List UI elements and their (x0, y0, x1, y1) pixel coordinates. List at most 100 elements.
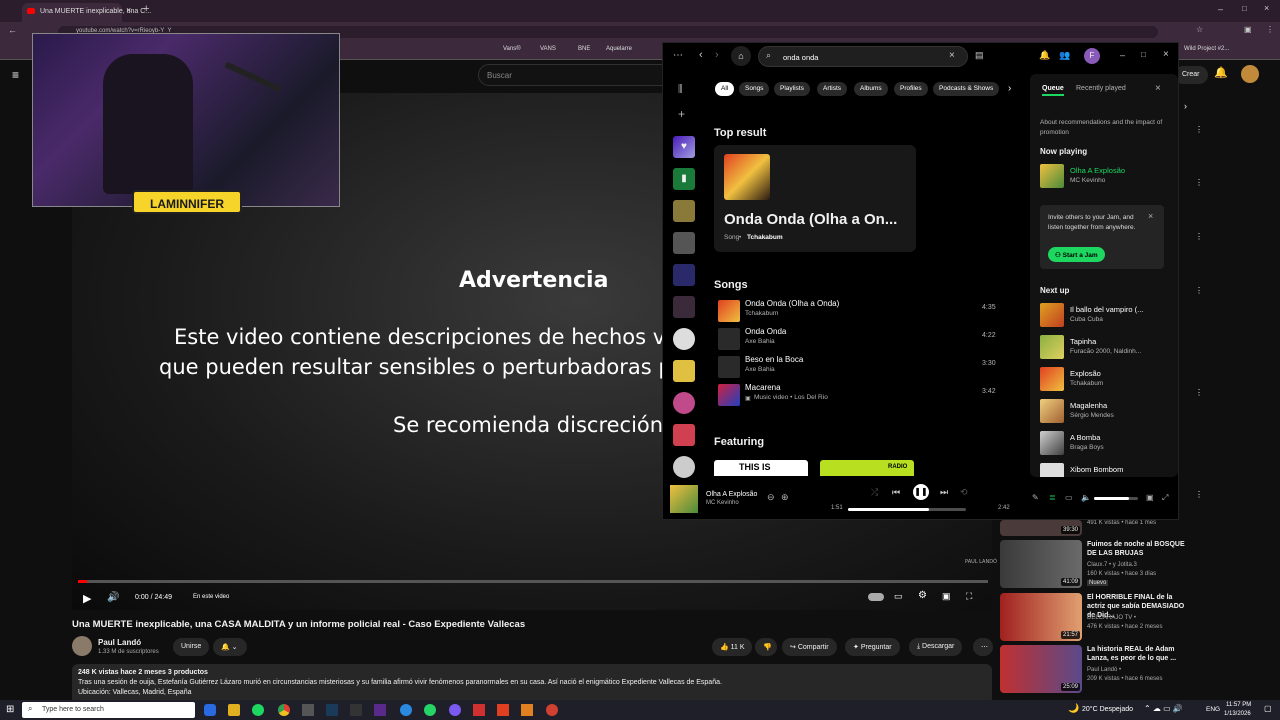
song-row[interactable]: Onda Onda Axe Bahia 4:22 (718, 326, 998, 352)
app-icon[interactable] (400, 704, 412, 716)
spotify-menu-icon[interactable]: ⋯ (673, 50, 683, 61)
filter-podcasts[interactable]: Podcasts & Shows (933, 82, 1000, 96)
remove-icon[interactable]: ⊖ (767, 492, 775, 503)
spotify-notifications-icon[interactable]: 🔔 (1039, 50, 1050, 61)
queue-item[interactable]: Il ballo del vampiro (... Cuba Cuba (1040, 303, 1170, 329)
liked-songs-icon[interactable]: ♥ (673, 136, 695, 158)
app-icon[interactable] (302, 704, 314, 716)
bookmark-item[interactable]: BNE (578, 46, 590, 52)
hamburger-menu-icon[interactable]: ≡ (12, 68, 19, 82)
app-icon[interactable] (374, 704, 386, 716)
rail-more-icon[interactable]: ⋮ (1195, 125, 1203, 134)
rail-next-icon[interactable]: › (1184, 101, 1187, 111)
spotify-minimize-icon[interactable]: – (1120, 50, 1125, 60)
rail-more-icon[interactable]: ⋮ (1195, 388, 1203, 397)
previous-track-icon[interactable]: ⏮ (892, 487, 900, 498)
spotify-maximize-icon[interactable]: □ (1141, 50, 1146, 59)
rail-more-icon[interactable]: ⋮ (1195, 232, 1203, 241)
recommendation-item[interactable]: 25:09 La historia REAL de Adam Lanza, es… (1000, 645, 1200, 695)
fullscreen-icon[interactable]: ⛶ (966, 591, 972, 602)
promotion-note-link[interactable]: About recommendations and the impact of … (1040, 118, 1170, 138)
library-artist-item[interactable] (673, 456, 695, 478)
spotify-taskbar-icon[interactable] (252, 704, 264, 716)
like-button[interactable]: 👍 11 K (712, 638, 752, 656)
forward-arrow-icon[interactable]: › (715, 49, 719, 61)
lyrics-icon[interactable]: ✎ (1032, 493, 1039, 502)
song-row[interactable]: Beso en la Boca Axe Bahia 3:30 (718, 354, 998, 380)
download-button[interactable]: ⤓ Descargar (909, 638, 963, 656)
subtitles-icon[interactable]: ▭ (894, 591, 903, 602)
rail-more-icon[interactable]: ⋮ (1195, 490, 1203, 499)
shuffle-icon[interactable]: ⤮ (871, 487, 878, 498)
more-actions-button[interactable]: ⋯ (973, 638, 993, 656)
share-button[interactable]: ↪ Compartir (782, 638, 837, 656)
saved-episodes-icon[interactable]: ▮ (673, 168, 695, 190)
queue-item[interactable]: Explosão Tchakabum (1040, 367, 1170, 393)
add-to-playlist-icon[interactable]: ⊕ (781, 492, 789, 503)
browse-icon[interactable]: ▤ (975, 50, 984, 61)
queue-item[interactable]: Magalenha Sérgio Mendes (1040, 399, 1170, 425)
menu-dots-icon[interactable]: ⋮ (1266, 25, 1274, 34)
whatsapp-icon[interactable] (424, 704, 436, 716)
top-result-card[interactable]: Onda Onda (Olha a On... Song • Tchakabum (714, 145, 916, 252)
bookmark-item[interactable]: VANS (540, 46, 556, 52)
spotify-fullscreen-icon[interactable]: ⤢ (1162, 493, 1168, 503)
volume-icon[interactable]: 🔊 (107, 592, 119, 603)
chapter-button[interactable]: En este video (193, 594, 229, 600)
rail-more-icon[interactable]: ⋮ (1195, 286, 1203, 295)
account-avatar[interactable] (1241, 65, 1259, 83)
clock-date[interactable]: 1/13/2026 (1224, 711, 1251, 717)
pause-button[interactable]: ❚❚ (913, 484, 929, 500)
library-item[interactable] (673, 296, 695, 318)
close-queue-icon[interactable]: × (1155, 83, 1161, 94)
join-button[interactable]: Unirse (173, 638, 210, 656)
filter-artists[interactable]: Artists (817, 82, 848, 96)
mini-player-icon[interactable]: ▣ (1146, 493, 1154, 502)
library-item[interactable] (673, 360, 695, 382)
subscribe-bell-button[interactable]: 🔔 ⌄ (213, 638, 247, 656)
filter-playlists[interactable]: Playlists (774, 82, 810, 96)
next-track-icon[interactable]: ⏭ (940, 487, 948, 498)
connect-device-icon[interactable]: ▭ (1065, 493, 1073, 502)
minimize-icon[interactable]: – (1218, 4, 1223, 14)
tab-close-icon[interactable]: × (126, 5, 131, 15)
filter-all[interactable]: All (715, 82, 735, 96)
language-indicator[interactable]: ENG (1206, 706, 1220, 713)
featuring-card[interactable]: RADIO (820, 460, 914, 476)
speaker-icon[interactable]: 🔈 (1081, 493, 1091, 502)
app-icon[interactable] (473, 704, 485, 716)
ask-button[interactable]: ✦ Preguntar (845, 638, 900, 656)
spotify-search-field[interactable]: ⌕ onda onda × (758, 46, 968, 67)
track-progress-bar[interactable] (848, 508, 966, 511)
play-icon[interactable]: ▶ (83, 592, 91, 605)
dislike-button[interactable]: 👎 (755, 638, 777, 656)
library-artist-item[interactable] (673, 328, 695, 350)
spotify-close-icon[interactable]: × (1163, 49, 1169, 60)
app-icon[interactable] (350, 704, 362, 716)
notifications-bell-icon[interactable]: 🔔 (1214, 66, 1228, 79)
app-icon[interactable] (497, 704, 509, 716)
library-item[interactable] (673, 200, 695, 222)
clock-time[interactable]: 11:57 PM (1226, 702, 1251, 708)
new-tab-icon[interactable]: + (143, 3, 149, 15)
featuring-card[interactable]: THIS IS (714, 460, 808, 476)
queue-icon[interactable]: ≣ (1049, 493, 1056, 502)
queue-item[interactable]: A Bomba Braga Boys (1040, 431, 1170, 457)
recommendation-item[interactable]: 39:30 491 K vistas • hace 1 mes (1000, 520, 1200, 538)
channel-avatar[interactable] (72, 636, 92, 656)
start-jam-button[interactable]: ⚇ Start a Jam (1048, 247, 1105, 262)
create-playlist-icon[interactable]: + (678, 107, 685, 121)
rail-more-icon[interactable]: ⋮ (1195, 178, 1203, 187)
volume-slider[interactable] (1094, 497, 1138, 500)
channel-name[interactable]: Paul Landó (98, 638, 141, 647)
chrome-taskbar-icon[interactable] (278, 704, 290, 716)
create-button[interactable]: Crear (1174, 66, 1208, 84)
song-row[interactable]: Macarena Music video • Los Del Rio ▣ 3:4… (718, 382, 998, 408)
spotify-profile-avatar[interactable]: F (1084, 48, 1100, 64)
maximize-icon[interactable]: □ (1242, 4, 1247, 13)
bookmark-item[interactable]: Aquelarre (606, 46, 632, 52)
player-track-name[interactable]: Olha A Explosão (706, 491, 757, 498)
recently-played-tab[interactable]: Recently played (1076, 85, 1126, 92)
recommendation-item[interactable]: 41:09 Fuimos de noche al BOSQUE DE LAS B… (1000, 540, 1200, 590)
back-icon[interactable]: ← (8, 25, 17, 35)
